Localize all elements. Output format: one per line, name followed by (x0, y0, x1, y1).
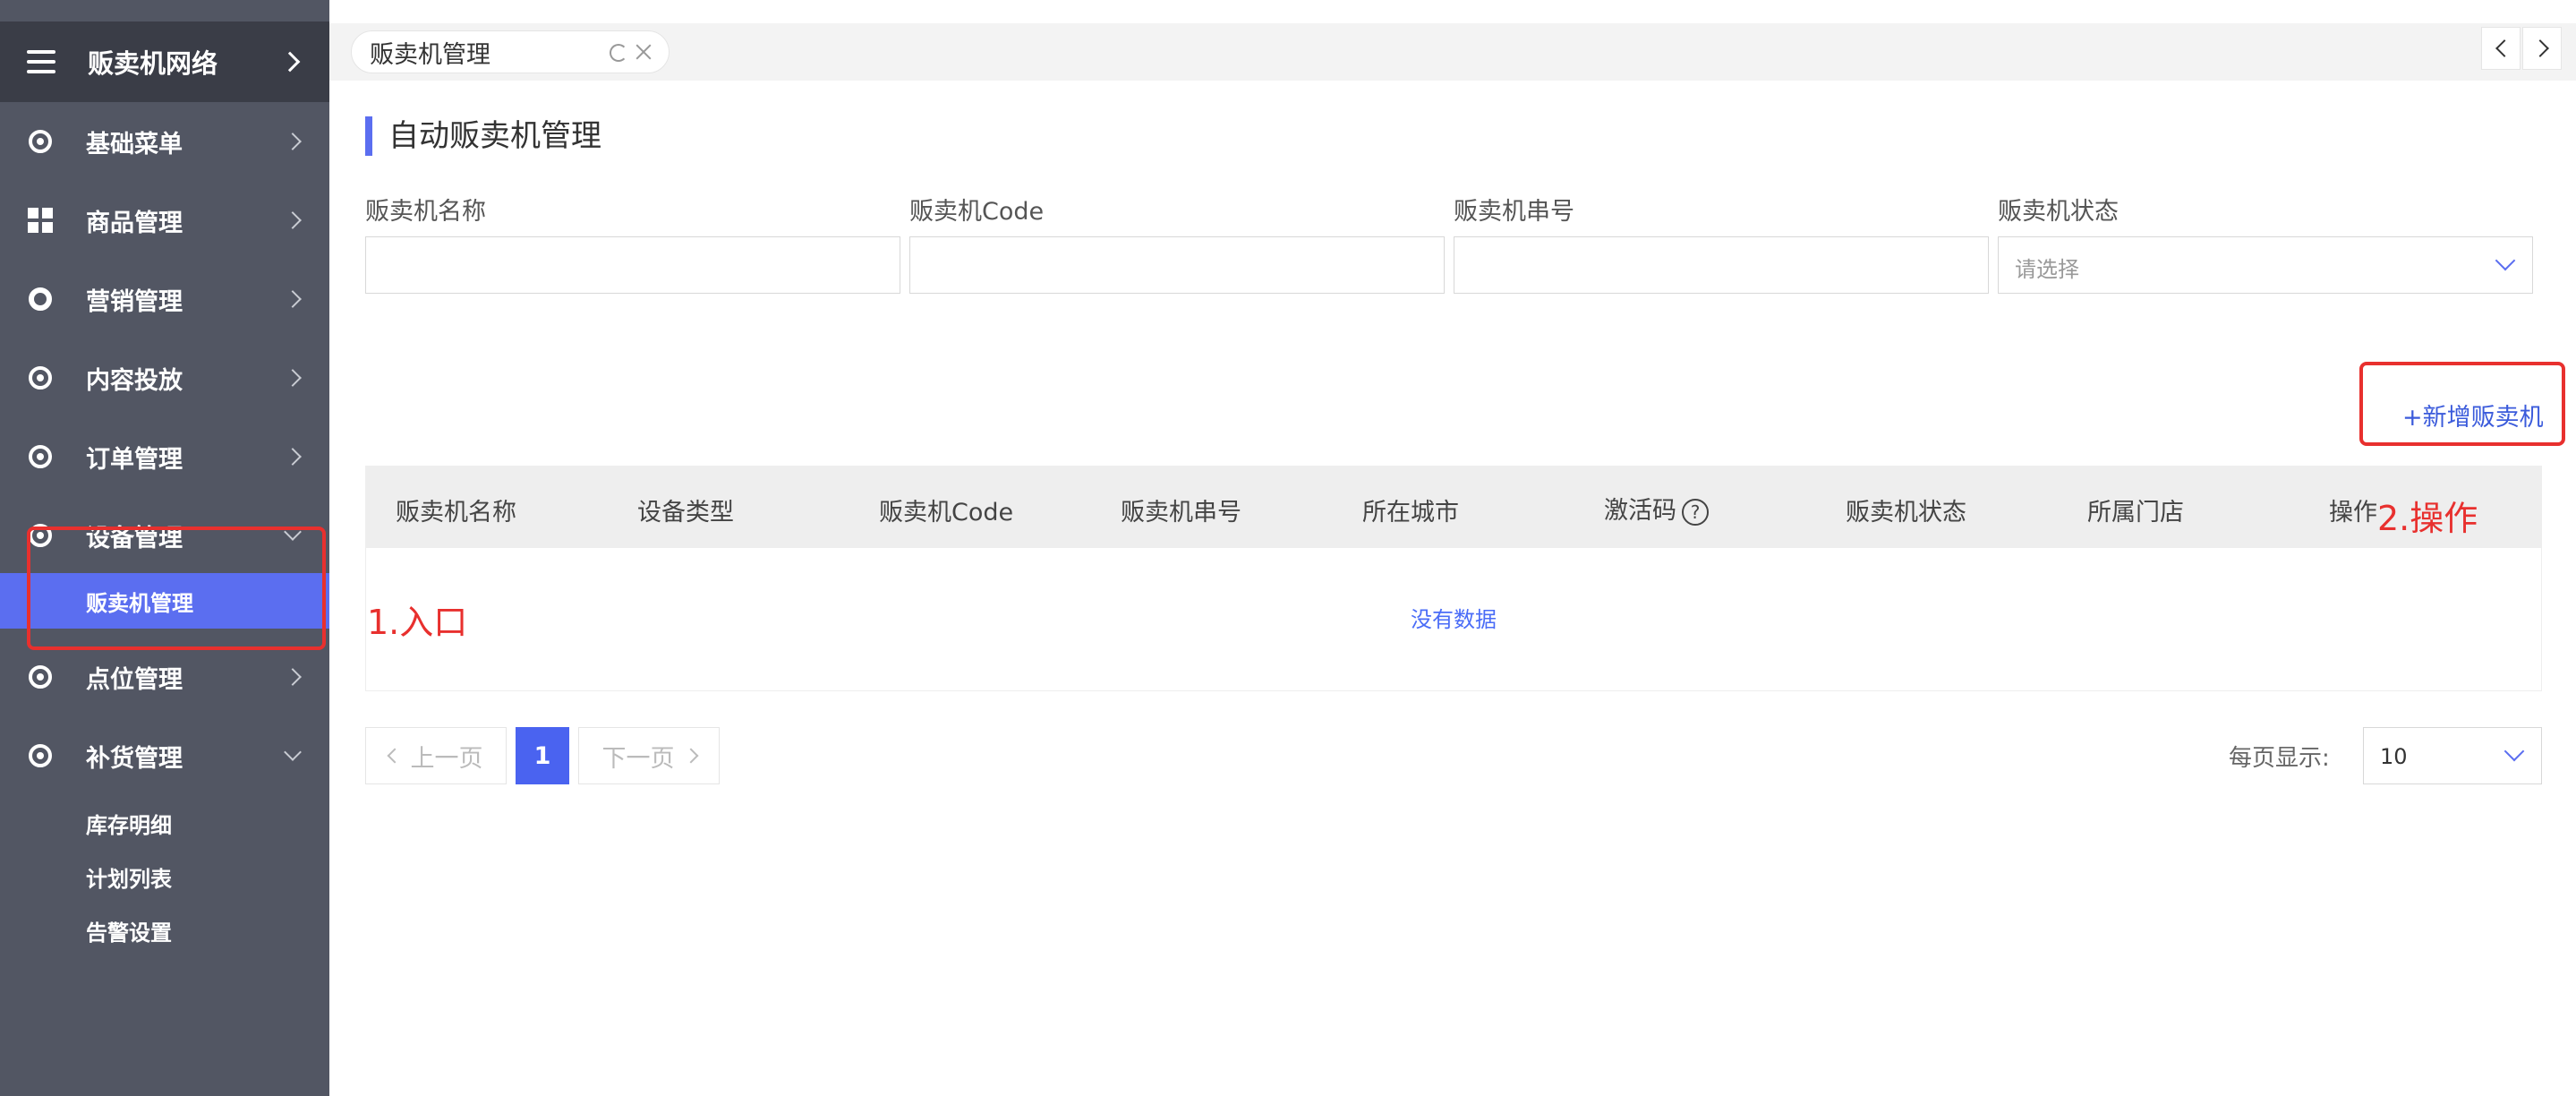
sidebar-header[interactable]: 贩卖机网络 (0, 21, 329, 102)
sidebar-item-label: 内容投放 (86, 366, 183, 395)
per-page-label: 每页显示: (2229, 745, 2330, 772)
grid-icon (28, 208, 53, 233)
chevron-right-icon (284, 133, 302, 150)
chevron-right-icon (284, 668, 302, 686)
column-header: 所在城市 (1362, 499, 1459, 527)
annotation-entry-box (27, 527, 326, 650)
column-header: 贩卖机Code (879, 499, 1014, 527)
tab-bar: 贩卖机管理 (329, 23, 2576, 81)
chevron-right-icon (284, 290, 302, 308)
per-page-value: 10 (2380, 744, 2408, 769)
tab-scroll-left-button[interactable] (2481, 27, 2521, 70)
filter-code-label: 贩卖机Code (909, 198, 1045, 226)
select-placeholder: 请选择 (2015, 257, 2079, 282)
prev-page-label: 上一页 (410, 744, 483, 773)
page-title: 自动贩卖机管理 (365, 116, 601, 156)
prev-page-button[interactable]: 上一页 (365, 727, 507, 784)
tab-label: 贩卖机管理 (370, 40, 490, 69)
sidebar-item-content[interactable]: 内容投放 (0, 338, 329, 417)
table-body: 没有数据 (365, 548, 2542, 691)
chevron-right-icon (683, 748, 698, 764)
filter-serial-label: 贩卖机串号 (1454, 198, 1574, 226)
sidebar-item-label: 基础菜单 (86, 130, 183, 158)
column-header: 设备类型 (637, 499, 734, 527)
sidebar-subitem-inventory[interactable]: 库存明细 (86, 808, 172, 839)
chevron-right-icon (284, 369, 302, 387)
chevron-right-icon (284, 211, 302, 229)
circle-dot-icon (29, 130, 52, 153)
sidebar-item-label: 商品管理 (86, 209, 183, 237)
refresh-icon[interactable] (610, 44, 627, 62)
filter-name-label: 贩卖机名称 (365, 198, 486, 226)
circle-dot-icon (29, 366, 52, 390)
sidebar-item-label: 补货管理 (86, 744, 183, 773)
next-page-label: 下一页 (601, 744, 675, 773)
sidebar-item-marketing[interactable]: 营销管理 (0, 260, 329, 338)
table-header: 贩卖机名称 设备类型 贩卖机Code 贩卖机串号 所在城市 激活码? 贩卖机状态… (365, 466, 2542, 548)
tab-scroll-right-button[interactable] (2522, 27, 2562, 70)
annotation-action-box (2359, 362, 2565, 446)
app-title: 贩卖机网络 (88, 48, 218, 79)
per-page-select[interactable]: 10 (2363, 727, 2542, 784)
help-icon[interactable]: ? (1682, 498, 1709, 526)
chevron-right-icon (2531, 39, 2549, 57)
column-header: 操作 (2329, 499, 2377, 527)
column-header: 贩卖机名称 (396, 499, 516, 527)
sidebar-item-label: 订单管理 (86, 445, 183, 474)
filter-serial-input[interactable] (1454, 236, 1989, 294)
chevron-down-icon (2503, 741, 2525, 762)
close-icon[interactable] (633, 40, 654, 62)
sidebar-item-label: 点位管理 (86, 665, 183, 694)
filter-code-input[interactable] (909, 236, 1445, 294)
column-header: 所属门店 (2087, 499, 2184, 527)
sidebar-subitem-alerts[interactable]: 告警设置 (86, 915, 172, 946)
filter-name-input[interactable] (365, 236, 900, 294)
sidebar-item-orders[interactable]: 订单管理 (0, 417, 329, 496)
chevron-left-icon (2495, 39, 2513, 57)
sidebar-item-label: 营销管理 (86, 287, 183, 316)
menu-icon[interactable] (27, 50, 55, 73)
annotation-action-label: 2.操作 (2377, 499, 2478, 538)
next-page-button[interactable]: 下一页 (578, 727, 720, 784)
circle-dot-icon (29, 445, 52, 468)
sidebar-item-replenish[interactable]: 补货管理 (0, 716, 329, 795)
gear-icon (29, 287, 52, 311)
chevron-right-icon (279, 51, 301, 73)
sidebar-subitem-plans[interactable]: 计划列表 (86, 861, 172, 893)
filter-status-label: 贩卖机状态 (1998, 198, 2119, 226)
chevron-right-icon (284, 448, 302, 466)
filter-status-select[interactable]: 请选择 (1998, 236, 2533, 294)
column-header: 贩卖机状态 (1846, 499, 1966, 527)
sidebar-item-basic-menu[interactable]: 基础菜单 (0, 102, 329, 181)
sidebar-item-product[interactable]: 商品管理 (0, 181, 329, 260)
tab-vending-management[interactable]: 贩卖机管理 (351, 30, 670, 73)
chevron-left-icon (387, 748, 402, 764)
empty-state: 没有数据 (1411, 607, 1497, 632)
chevron-down-icon (2495, 250, 2516, 271)
page-button-current[interactable]: 1 (516, 727, 569, 784)
column-header: 贩卖机串号 (1121, 499, 1241, 527)
circle-dot-icon (29, 665, 52, 689)
chevron-down-icon (284, 743, 302, 761)
column-header-activation: 激活码? (1604, 491, 1709, 526)
column-header: 激活码 (1604, 497, 1676, 525)
circle-dot-icon (29, 744, 52, 767)
